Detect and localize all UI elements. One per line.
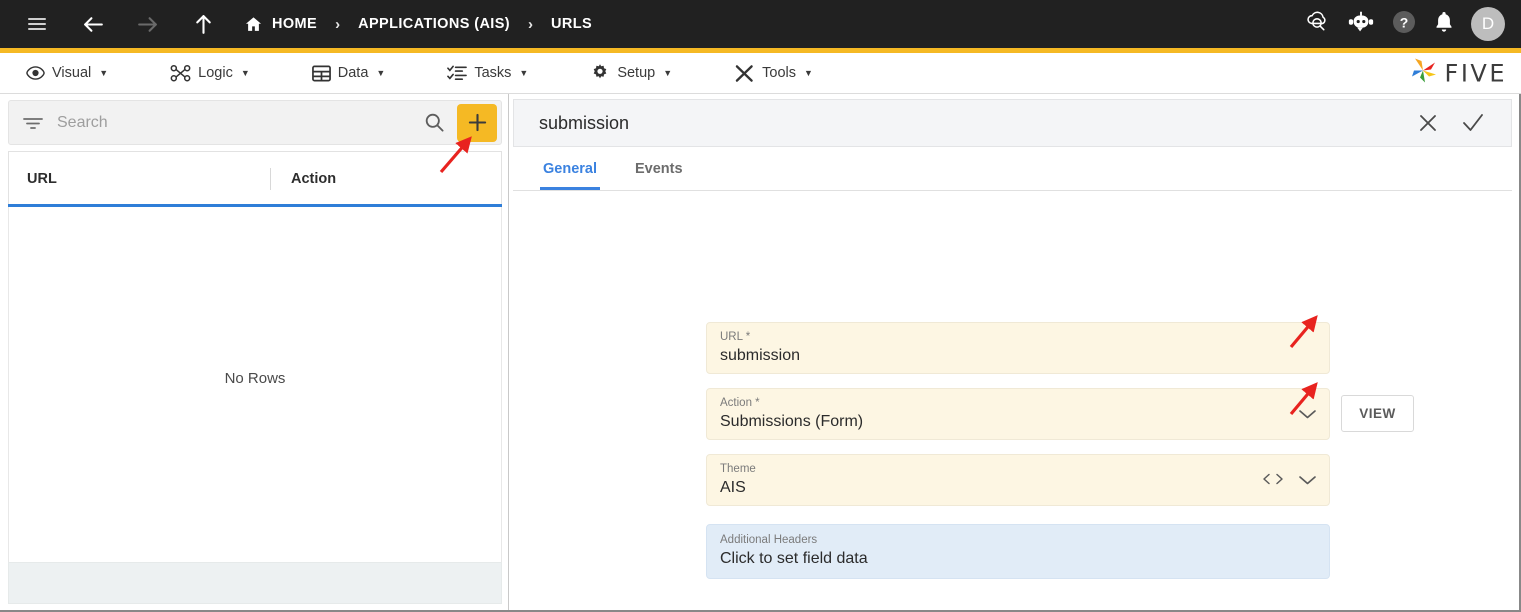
breadcrumb-label-urls: URLS <box>551 16 592 32</box>
application-menu-bar: Visual ▼ Logic ▼ <box>0 53 1521 94</box>
help-icon[interactable]: ? <box>1391 9 1417 40</box>
avatar-initial: D <box>1482 14 1494 34</box>
eye-icon <box>26 65 45 81</box>
menu-label-logic: Logic <box>198 65 233 81</box>
field-row-theme: Theme AIS <box>706 454 1330 506</box>
field-row-action: Action * Submissions (Form) VIEW <box>706 388 1414 440</box>
field-row-additional-headers: Additional Headers Click to set field da… <box>706 524 1330 579</box>
top-navigation-bar: HOME › APPLICATIONS (AIS) › URLS <box>0 0 1521 48</box>
home-icon <box>244 15 263 34</box>
cloud-search-icon[interactable] <box>1304 8 1331 40</box>
avatar[interactable]: D <box>1471 7 1505 41</box>
brand-logo: FIVE <box>1409 57 1507 90</box>
tab-general[interactable]: General <box>541 161 599 190</box>
hamburger-menu-icon[interactable] <box>14 0 60 48</box>
theme-field[interactable]: Theme AIS <box>706 454 1330 506</box>
chevron-down-icon: ▼ <box>99 68 108 78</box>
checkmark-icon[interactable] <box>1461 112 1485 134</box>
menu-logic[interactable]: Logic ▼ <box>160 64 260 82</box>
five-arrows-logo-icon <box>1409 57 1439 90</box>
table-footer <box>8 562 502 604</box>
detail-panel-actions <box>1417 112 1485 134</box>
brand-name: FIVE <box>1445 59 1507 87</box>
detail-tabs: General Events <box>513 147 1512 191</box>
chevron-down-icon: ▼ <box>241 68 250 78</box>
theme-field-icons <box>1262 472 1317 488</box>
search-input[interactable] <box>57 114 424 132</box>
menu-visual[interactable]: Visual ▼ <box>16 65 118 81</box>
breadcrumb-item-urls[interactable]: URLS <box>547 16 596 32</box>
logic-nodes-icon <box>170 64 191 82</box>
detail-panel: submission General Events <box>510 94 1518 610</box>
code-brackets-icon[interactable] <box>1262 472 1284 488</box>
menu-data[interactable]: Data ▼ <box>302 64 396 83</box>
menu-tools[interactable]: Tools ▼ <box>724 64 823 83</box>
forward-arrow-icon[interactable] <box>124 0 170 48</box>
search-icon[interactable] <box>424 112 445 133</box>
menu-tasks[interactable]: Tasks ▼ <box>437 64 538 82</box>
chevron-down-icon: ▼ <box>519 68 528 78</box>
url-table-body: No Rows <box>8 207 502 562</box>
view-button[interactable]: VIEW <box>1341 395 1414 432</box>
menu-label-setup: Setup <box>617 65 655 81</box>
chevron-down-icon[interactable] <box>1298 408 1317 420</box>
breadcrumb-label-applications: APPLICATIONS (AIS) <box>358 16 510 32</box>
empty-state-message: No Rows <box>9 370 501 387</box>
svg-text:?: ? <box>1400 14 1409 30</box>
menu-label-tools: Tools <box>762 65 796 81</box>
column-header-action[interactable]: Action <box>270 168 336 190</box>
column-header-url[interactable]: URL <box>27 171 270 187</box>
additional-headers-value: Click to set field data <box>720 550 1329 568</box>
menu-label-tasks: Tasks <box>474 65 511 81</box>
top-bar-actions: ? D <box>1304 0 1505 48</box>
url-field-value: submission <box>720 347 1329 365</box>
table-grid-icon <box>312 64 331 83</box>
tab-label-events: Events <box>635 161 683 177</box>
menu-label-visual: Visual <box>52 65 91 81</box>
detail-panel-header: submission <box>513 99 1512 147</box>
theme-field-value: AIS <box>720 479 1329 497</box>
chevron-down-icon: ▼ <box>663 68 672 78</box>
additional-headers-label: Additional Headers <box>720 534 1329 547</box>
action-field-icons <box>1298 408 1317 420</box>
general-tab-form: URL * submission Action * Submissions (F… <box>510 191 1518 610</box>
breadcrumb-item-applications[interactable]: APPLICATIONS (AIS) <box>354 16 514 32</box>
chatbot-icon[interactable] <box>1347 11 1375 38</box>
gear-icon <box>590 63 610 83</box>
add-url-button[interactable] <box>457 104 497 142</box>
tab-events[interactable]: Events <box>633 161 685 190</box>
back-arrow-icon[interactable] <box>70 0 116 48</box>
breadcrumb-separator: › <box>321 17 354 32</box>
chevron-down-icon: ▼ <box>376 68 385 78</box>
chevron-down-icon: ▼ <box>804 68 813 78</box>
breadcrumb-label-home: HOME <box>272 16 317 32</box>
notifications-bell-icon[interactable] <box>1433 10 1455 39</box>
menu-label-data: Data <box>338 65 369 81</box>
url-field-label: URL * <box>720 331 1329 344</box>
filter-icon[interactable] <box>23 116 43 130</box>
close-x-icon[interactable] <box>1417 112 1439 134</box>
search-bar <box>8 100 502 145</box>
breadcrumb-item-home[interactable]: HOME <box>240 15 321 34</box>
checklist-icon <box>447 64 467 82</box>
field-row-url: URL * submission <box>706 322 1330 374</box>
tools-icon <box>734 64 755 83</box>
page-title: submission <box>539 113 629 134</box>
chevron-down-icon[interactable] <box>1298 474 1317 486</box>
tab-label-general: General <box>543 161 597 177</box>
action-field-label: Action * <box>720 397 1329 410</box>
theme-field-label: Theme <box>720 463 1329 476</box>
application-window: HOME › APPLICATIONS (AIS) › URLS <box>0 0 1521 612</box>
url-field[interactable]: URL * submission <box>706 322 1330 374</box>
menu-setup[interactable]: Setup ▼ <box>580 63 682 83</box>
url-table-header: URL Action <box>8 151 502 205</box>
url-list-panel: URL Action No Rows <box>0 94 509 610</box>
action-field-value: Submissions (Form) <box>720 413 1329 431</box>
up-arrow-icon[interactable] <box>180 0 226 48</box>
additional-headers-field[interactable]: Additional Headers Click to set field da… <box>706 524 1330 579</box>
breadcrumb-separator: › <box>514 17 547 32</box>
action-field[interactable]: Action * Submissions (Form) <box>706 388 1330 440</box>
